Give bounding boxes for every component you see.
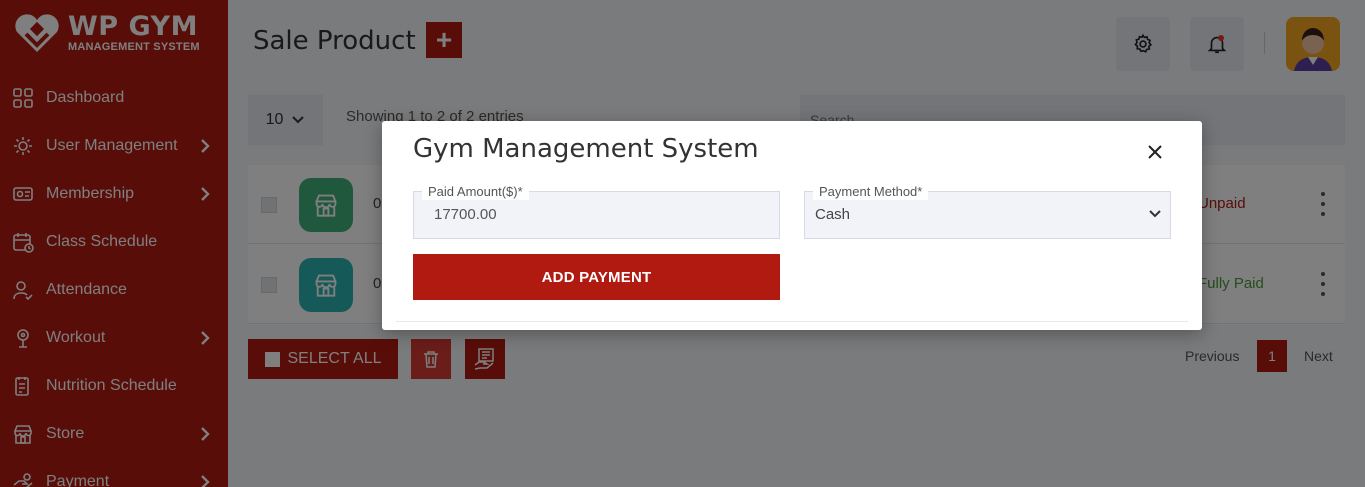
payment-method-value: Cash bbox=[815, 206, 851, 223]
paid-amount-field[interactable]: Paid Amount($)* 17700.00 bbox=[413, 184, 780, 239]
paid-amount-label: Paid Amount($)* bbox=[422, 184, 529, 200]
close-icon bbox=[1148, 145, 1162, 159]
payment-modal: Gym Management System Paid Amount($)* 17… bbox=[382, 121, 1202, 330]
payment-method-select[interactable]: Payment Method* Cash bbox=[804, 184, 1171, 239]
payment-method-label: Payment Method* bbox=[813, 184, 929, 200]
close-button[interactable] bbox=[1142, 139, 1168, 165]
modal-title: Gym Management System bbox=[413, 134, 759, 164]
paid-amount-value: 17700.00 bbox=[434, 206, 497, 223]
chevron-down-icon bbox=[1149, 210, 1161, 218]
modal-footer-divider bbox=[396, 321, 1188, 322]
add-payment-button[interactable]: ADD PAYMENT bbox=[413, 254, 780, 300]
